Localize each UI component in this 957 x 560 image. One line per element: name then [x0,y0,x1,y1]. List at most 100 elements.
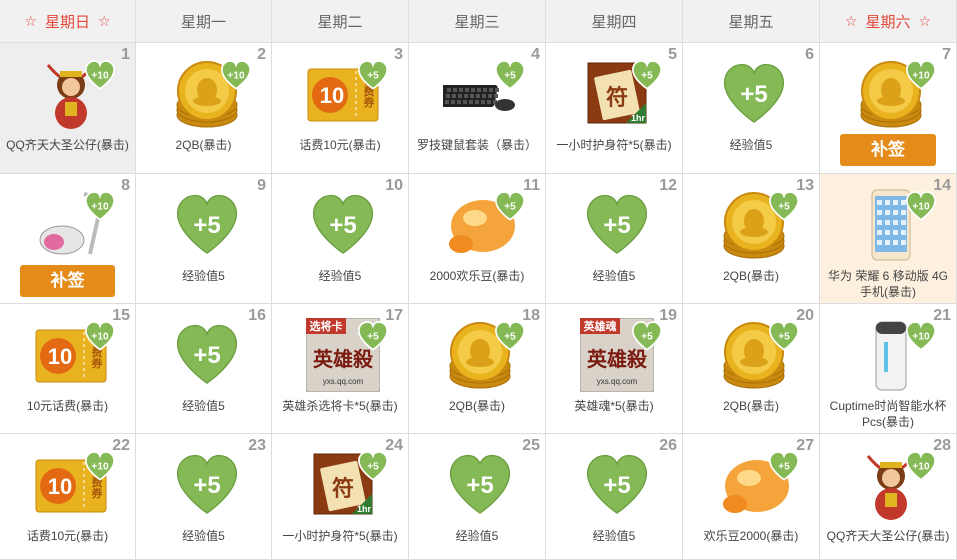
card-site-text: yxs.qq.com [597,377,638,386]
bonus-heart-badge: +10 [83,320,117,351]
day-number: 9 [257,177,266,194]
exp-heart-icon: +5 [170,318,244,392]
card-tag-text: 选将卡 [310,319,343,333]
bonus-heart-badge: +5 [493,190,527,221]
bonus-value-text: +10 [912,462,930,473]
heart-value-text: +5 [740,81,767,108]
weekday-header: 星期四 [546,0,683,43]
day-number: 3 [394,46,403,63]
weekday-header: 星期一 [136,0,272,43]
calendar-day-cell: 9 +5 经验值5 [136,174,272,304]
ticket-value-text: 10 [48,474,72,499]
weekday-header: 星期二 [272,0,409,43]
bonus-heart-badge: +5 [356,59,390,90]
weekday-header: ☆ 星期六 ☆ [820,0,957,43]
calendar-day-cell: 22 10 话费券 +10 话费10元(暴击) [0,434,136,560]
weekday-label: 星期三 [454,13,500,31]
bonus-heart-badge: +10 [219,59,253,90]
bonus-value-text: +5 [504,71,516,82]
heart-value-text: +5 [193,212,220,239]
calendar-day-cell: 24 符 1hr +5 一小时护身符*5(暴击) [272,434,409,560]
exp-heart-icon: +5 [443,448,517,522]
star-icon: ☆ [918,12,932,29]
weekday-label: 星期二 [317,13,363,31]
bonus-value-text: +5 [504,332,516,343]
bonus-heart-badge: +10 [904,320,938,351]
star-icon: ☆ [98,12,111,29]
reward-label: 经验值5 [729,138,773,152]
calendar-day-cell: 2 +10 2QB(暴击) [136,43,272,174]
reward-label: QQ齐天大圣公仔(暴击) [826,529,950,543]
reward-label: 经验值5 [592,269,636,283]
bonus-heart-badge: +5 [493,59,527,90]
calendar-day-cell: 1 +10 QQ齐天大圣公仔(暴击) [0,43,136,174]
calendar-day-cell: 21 +10 Cuptime时尚智能水杯 Pcs(暴击) [820,304,957,434]
day-number: 12 [659,177,677,194]
exp-heart-icon: +5 [170,448,244,522]
heart-value-text: +5 [193,472,220,499]
reward-label: 2000欢乐豆(暴击) [429,269,525,283]
calendar-day-cell: 7 +10 补签 [820,43,957,174]
bonus-heart-badge: +5 [630,59,664,90]
calendar-day-cell: 25 +5 经验值5 [409,434,546,560]
reward-label: QQ齐天大圣公仔(暴击) [6,138,129,152]
day-number: 25 [522,437,540,454]
calendar-day-cell: 3 10 话费券 +5 话费10元(暴击) [272,43,409,174]
heart-value-text: +5 [329,212,356,239]
calendar-day-cell: 23 +5 经验值5 [136,434,272,560]
calendar-day-cell: 19 英雄魂 英雄殺 yxs.qq.com +5 英雄魂*5(暴击) [546,304,683,434]
bonus-value-text: +5 [367,462,379,473]
calendar-day-cell: 13 +5 2QB(暴击) [683,174,820,304]
bonus-heart-badge: +10 [904,450,938,481]
reward-label: 一小时护身符*5(暴击) [282,529,398,543]
calendar-day-cell: 28 +10 QQ齐天大圣公仔(暴击) [820,434,957,560]
day-number: 2 [257,46,266,63]
card-site-text: yxs.qq.com [323,377,364,386]
calendar-day-cell: 12 +5 经验值5 [546,174,683,304]
exp-heart-icon: +5 [306,188,380,262]
bonus-value-text: +10 [91,332,109,343]
bonus-value-text: +10 [912,332,930,343]
reward-label: 经验值5 [182,269,225,283]
calendar-day-cell: 10 +5 经验值5 [272,174,409,304]
bonus-value-text: +10 [227,71,245,82]
bonus-value-text: +5 [641,71,653,82]
reward-label: 一小时护身符*5(暴击) [556,138,672,152]
exp-heart-icon: +5 [580,188,654,262]
calendar-day-cell: 14 +10 华为 荣耀 6 移动版 4G手机(暴击) [820,174,957,304]
bonus-heart-badge: +10 [904,59,938,90]
calendar-day-cell: 6 +5 经验值5 [683,43,820,174]
ticket-value-text: 10 [320,83,344,108]
bonus-heart-badge: +5 [356,450,390,481]
calendar-day-cell: 20 +5 2QB(暴击) [683,304,820,434]
bonus-heart-badge: +10 [83,450,117,481]
day-number: 6 [805,46,814,63]
reward-label: 英雄魂*5(暴击) [574,399,654,413]
exp-heart-icon: +5 [170,188,244,262]
make-up-sign-in-button[interactable]: 补签 [20,265,115,297]
bonus-heart-badge: +10 [83,190,117,221]
star-icon: ☆ [844,12,858,29]
reward-label: 欢乐豆2000(暴击) [703,529,799,543]
bonus-value-text: +10 [912,202,930,213]
day-number: 1 [121,46,130,63]
reward-label: 话费10元(暴击) [299,138,381,152]
reward-label: 10元话费(暴击) [26,399,109,413]
bonus-value-text: +5 [778,202,790,213]
reward-label: 经验值5 [182,399,225,413]
bonus-heart-badge: +5 [767,320,801,351]
amulet-char: 符 [606,85,628,110]
reward-label: 话费10元(暴击) [26,529,109,543]
day-number: 10 [385,177,403,194]
calendar-day-cell: 16 +5 经验值5 [136,304,272,434]
bonus-heart-badge: +5 [356,320,390,351]
weekday-label: 星期日 [44,13,90,31]
weekday-label: 星期四 [591,13,637,31]
weekday-header: 星期三 [409,0,546,43]
reward-label: 经验值5 [318,269,362,283]
calendar-day-cell: 26 +5 经验值5 [546,434,683,560]
reward-label: 2QB(暴击) [722,399,779,413]
make-up-sign-in-button[interactable]: 补签 [840,134,936,166]
bonus-heart-badge: +5 [767,190,801,221]
calendar-day-cell: 17 选将卡 英雄殺 yxs.qq.com +5 英雄杀选将卡*5(暴击) [272,304,409,434]
